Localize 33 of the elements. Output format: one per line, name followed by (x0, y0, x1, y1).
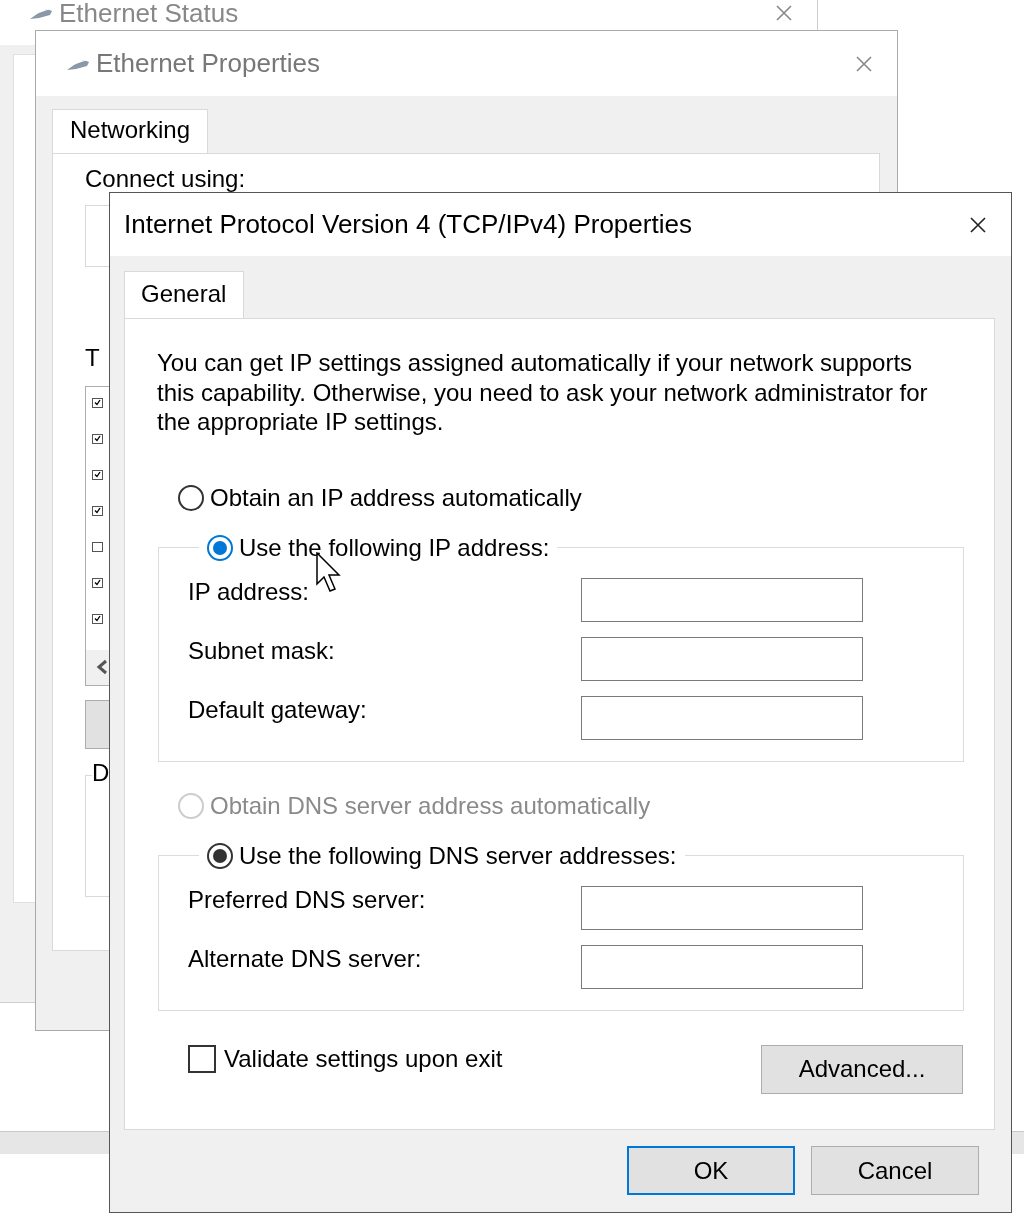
intro-text: You can get IP settings assigned automatically if your network supports this capability. Otherwise, you need to ask your network administrator for the appropriate IP settings. (157, 348, 929, 437)
checkbox[interactable] (92, 398, 103, 408)
field-label: Preferred DNS server: (188, 885, 426, 914)
close-icon[interactable] (969, 215, 987, 234)
tab[interactable]: Networking (52, 109, 209, 153)
input-field[interactable] (581, 944, 863, 989)
radio-option[interactable]: Obtain an IP address automatically (178, 483, 994, 512)
window-title: Internet Protocol Version 4 (TCP/IPv4) Properties (124, 209, 693, 240)
checkbox[interactable] (92, 505, 103, 516)
window-title: Ethernet Properties (96, 48, 321, 79)
checkbox[interactable] (92, 469, 103, 480)
checkbox[interactable] (92, 577, 103, 588)
radio-option[interactable]: Use the following IP address: (207, 533, 550, 562)
radio-option[interactable]: Use the following DNS server addresses: (207, 841, 677, 870)
tab[interactable]: General (124, 271, 245, 318)
dialog-button[interactable]: OK (627, 1146, 795, 1195)
field-label: Alternate DNS server: (188, 944, 422, 973)
input-field[interactable] (581, 885, 863, 930)
input-field[interactable] (581, 695, 863, 740)
dialog-button[interactable]: Cancel (811, 1146, 979, 1195)
input-field[interactable] (581, 636, 863, 681)
window-title: Ethernet Status (59, 0, 240, 29)
checkbox[interactable] (92, 613, 103, 624)
input-field[interactable] (581, 577, 863, 622)
checkbox-option[interactable]: Validate settings upon exit (188, 1044, 503, 1073)
checkbox[interactable] (92, 433, 103, 444)
checkbox[interactable] (92, 541, 103, 552)
advanced-button[interactable]: Advanced... (761, 1044, 963, 1094)
field-label: IP address: (188, 577, 309, 606)
field-label: Default gateway: (188, 695, 367, 724)
field-label: T (85, 344, 100, 372)
field-label: Subnet mask: (188, 636, 335, 665)
field-label: Connect using: (85, 165, 246, 193)
